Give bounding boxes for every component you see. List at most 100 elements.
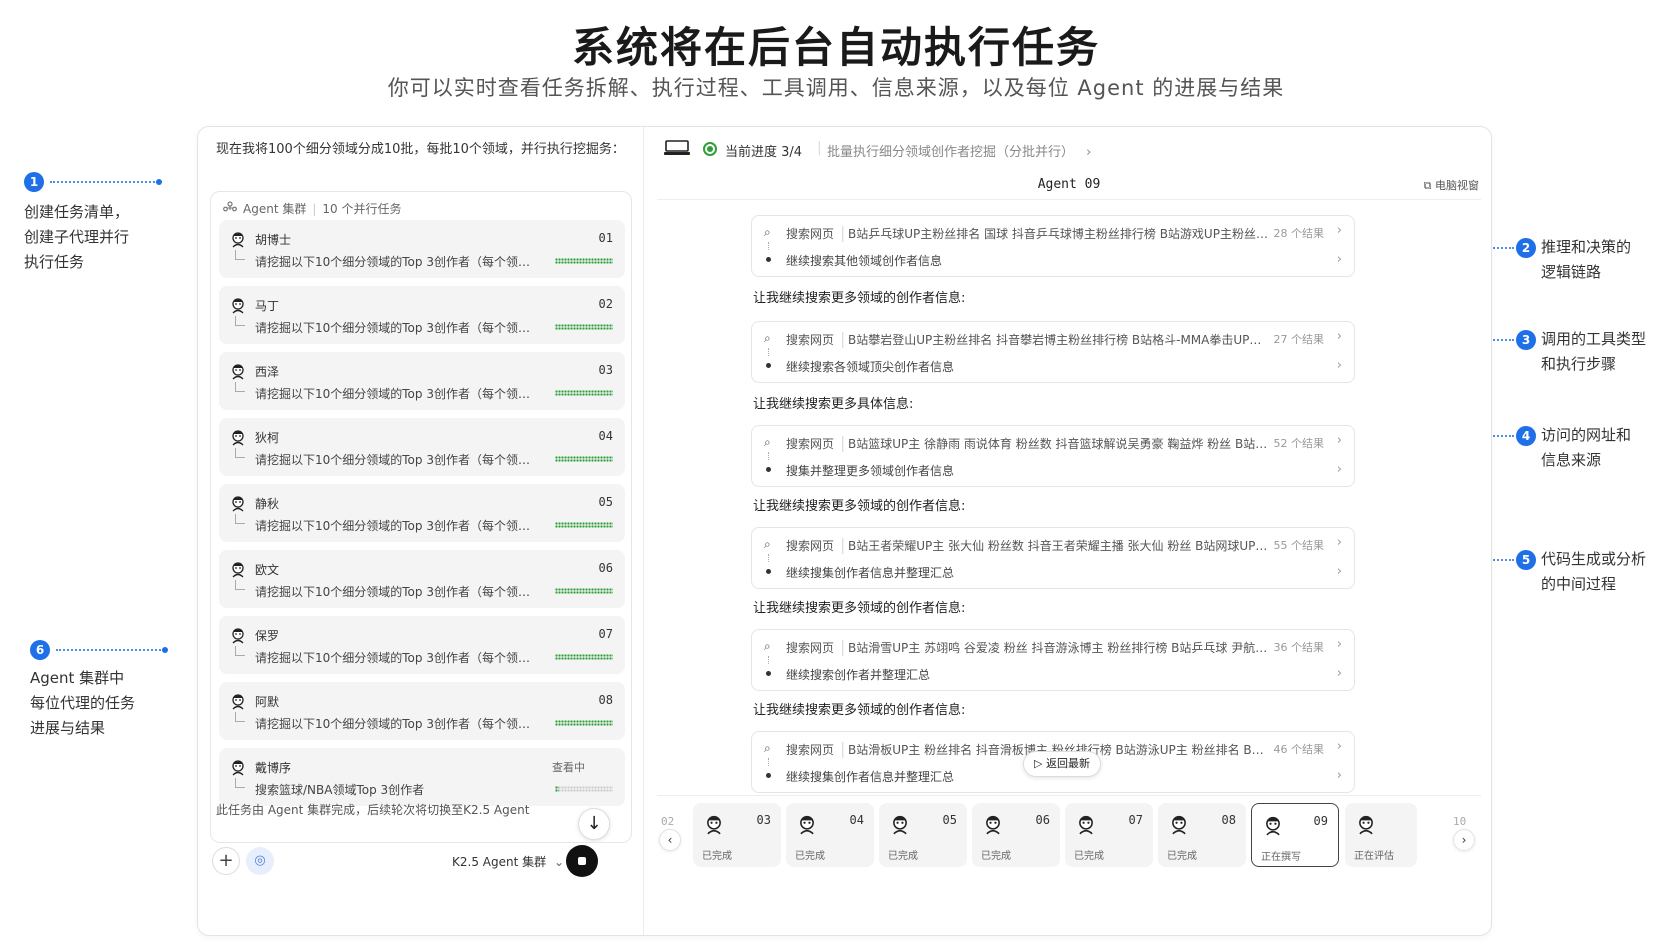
branch-connector: [235, 448, 245, 458]
agent-timeline: 02 ‹ 03 已完成 04 已完成 05 已完成 06 已完成 07 已完成 …: [645, 803, 1491, 871]
annotation-badge: 3: [1516, 330, 1536, 350]
tool-step: 继续搜索创作者并整理汇总: [786, 668, 931, 682]
timeline-agent-number: 08: [1221, 813, 1236, 827]
tool-call-card[interactable]: ⌕ 搜索网页 | B站篮球UP主 徐静雨 雨说体育 粉丝数 抖音篮球解说吴勇豪 …: [751, 425, 1355, 487]
annotation-text: 推理和决策的 逻辑链路: [1541, 238, 1632, 281]
chevron-right-icon: ›: [1336, 252, 1342, 267]
timeline-agent-card[interactable]: 05 已完成: [879, 803, 967, 867]
avatar-icon: [229, 560, 247, 578]
tool-call-card[interactable]: ⌕ 搜索网页 | B站乒乓球UP主粉丝排名 国球 抖音乒乓球博主粉丝排行榜 B站…: [751, 215, 1355, 277]
divider: |: [817, 140, 822, 156]
divider: |: [840, 223, 846, 242]
timeline-agent-card[interactable]: 08 已完成: [1158, 803, 1246, 867]
agent-card[interactable]: 西泽 03 请挖掘以下10个细分领域的Top 3创作者（每个领域需要找出...: [219, 352, 625, 410]
agent-card[interactable]: 静秋 05 请挖掘以下10个细分领域的Top 3创作者（每个领域需要找出...: [219, 484, 625, 542]
annotation-badge: 1: [24, 172, 44, 192]
app-window: 现在我将100个细分领域分成10批，每批10个领域，并行执行挖掘务： Agent…: [197, 126, 1492, 936]
timeline-agent-number: 07: [1128, 813, 1143, 827]
avatar-icon: [229, 758, 247, 776]
agent-mode-button[interactable]: ◎: [246, 847, 274, 875]
avatar-icon: [229, 428, 247, 446]
annotation-badge: 6: [30, 640, 50, 660]
agent-card[interactable]: 马丁 02 请挖掘以下10个细分领域的Top 3创作者（每个领域需要找出...: [219, 286, 625, 344]
step-bullet: [766, 467, 771, 472]
search-icon: ⌕: [764, 225, 771, 239]
agent-number: 02: [598, 297, 613, 311]
timeline-agent-status: 正在评估: [1354, 851, 1394, 862]
agent-card[interactable]: 欧文 06 请挖掘以下10个细分领域的Top 3创作者（每个领域需要找出...: [219, 550, 625, 608]
avatar-icon: [796, 813, 818, 835]
tool-call-card[interactable]: ⌕ 搜索网页 | B站攀岩登山UP主粉丝排名 抖音攀岩博主粉丝排行榜 B站格斗-…: [751, 321, 1355, 383]
hero-subtitle: 你可以实时查看任务拆解、执行过程、工具调用、信息来源，以及每位 Agent 的进…: [387, 76, 1285, 100]
agent-card[interactable]: 保罗 07 请挖掘以下10个细分领域的Top 3创作者（每个领域需要找出...: [219, 616, 625, 674]
timeline-agent-status: 已完成: [981, 851, 1011, 862]
progress-bar: [555, 258, 613, 264]
avatar-icon: [229, 296, 247, 314]
computer-view-button[interactable]: ⧉ 电脑视窗: [1424, 177, 1479, 193]
agent-number: 01: [598, 231, 613, 245]
annotation-text: 代码生成或分析 的中间过程: [1541, 550, 1647, 593]
agent-status: 查看中: [552, 761, 585, 774]
agent-card[interactable]: 戴博序 查看中 搜索篮球/NBA领域Top 3创作者: [219, 748, 625, 806]
timeline-next-button[interactable]: ›: [1453, 829, 1475, 851]
search-icon: ⌕: [764, 331, 771, 345]
timeline-agent-card[interactable]: 04 已完成: [786, 803, 874, 867]
progress-step-label: 批量执行细分领域创作者挖掘（分批并行）: [827, 145, 1075, 160]
tool-step: 继续搜索各领域顶尖创作者信息: [786, 360, 955, 374]
step-bullet: [766, 363, 771, 368]
timeline-agent-status: 正在撰写: [1261, 852, 1301, 863]
agent-card[interactable]: 狄柯 04 请挖掘以下10个细分领域的Top 3创作者（每个领域需要找出...: [219, 418, 625, 476]
cluster-icon: [223, 201, 237, 216]
progress-step[interactable]: 批量执行细分领域创作者挖掘（分批并行） ›: [827, 141, 1091, 160]
agent-name: 阿默: [255, 695, 280, 709]
computer-view-label: 电脑视窗: [1435, 179, 1479, 192]
agent-card[interactable]: 胡博士 01 请挖掘以下10个细分领域的Top 3创作者（每个领域需要找出...: [219, 220, 625, 278]
avatar-icon: [982, 813, 1004, 835]
back-to-latest-button[interactable]: ▷ 返回最新: [1023, 751, 1101, 777]
avatar-icon: [1168, 813, 1190, 835]
timeline-agent-number: 03: [756, 813, 771, 827]
chevron-right-icon: ›: [1336, 739, 1342, 754]
timeline-prev-button[interactable]: ‹: [659, 829, 681, 851]
step-connector: [768, 242, 769, 250]
branch-connector: [235, 712, 245, 722]
agent-number: 05: [598, 495, 613, 509]
avatar-icon: [1355, 813, 1377, 835]
agent-number: 06: [598, 561, 613, 575]
plus-icon: +: [218, 850, 234, 871]
timeline-agent-card[interactable]: 06 已完成: [972, 803, 1060, 867]
agent-number: 04: [598, 429, 613, 443]
timeline-agent-card-active[interactable]: 09 正在撰写: [1251, 803, 1339, 867]
tool-call-card[interactable]: ⌕ 搜索网页 | B站滑雪UP主 苏翊鸣 谷爱凌 粉丝 抖音游泳博主 粉丝排行榜…: [751, 629, 1355, 691]
timeline-agent-card[interactable]: 03 已完成: [693, 803, 781, 867]
stop-button[interactable]: [566, 845, 598, 877]
agent-name: 马丁: [255, 299, 280, 313]
timeline-agent-card[interactable]: 正在评估: [1345, 803, 1417, 867]
agent-title: Agent 09: [1037, 177, 1101, 192]
progress-label: 当前进度 3/4: [725, 145, 803, 160]
progress-bar: [555, 324, 613, 330]
agent-task: 请挖掘以下10个细分领域的Top 3创作者（每个领域需要找出...: [255, 519, 539, 533]
agent-task: 请挖掘以下10个细分领域的Top 3创作者（每个领域需要找出...: [255, 717, 539, 731]
agent-card[interactable]: 阿默 08 请挖掘以下10个细分领域的Top 3创作者（每个领域需要找出...: [219, 682, 625, 740]
computer-icon: [663, 139, 691, 157]
add-button[interactable]: +: [212, 847, 240, 875]
search-icon: ⌕: [764, 537, 771, 551]
chevron-right-icon: ›: [1336, 329, 1342, 344]
agent-name: 静秋: [255, 497, 280, 511]
timeline-agent-number: 04: [849, 813, 864, 827]
tool-call-card[interactable]: ⌕ 搜索网页 | B站王者荣耀UP主 张大仙 粉丝数 抖音王者荣耀主播 张大仙 …: [751, 527, 1355, 589]
tool-name: 搜索网页: [786, 437, 835, 451]
agent-number: 07: [598, 627, 613, 641]
result-count: 52 个结果: [1273, 437, 1325, 450]
timeline-agent-card[interactable]: 07 已完成: [1065, 803, 1153, 867]
model-selector[interactable]: K2.5 Agent 集群 ⌄: [452, 853, 564, 870]
chevron-right-icon: ›: [1336, 223, 1342, 238]
chevron-right-icon: ›: [1336, 433, 1342, 448]
link-icon: ⧉: [1423, 179, 1432, 192]
step-connector: [768, 452, 769, 460]
tool-name: 搜索网页: [786, 641, 835, 655]
timeline-agent-status: 已完成: [1167, 851, 1197, 862]
chevron-right-icon: ›: [1336, 637, 1342, 652]
agent-name: 西泽: [255, 365, 280, 379]
